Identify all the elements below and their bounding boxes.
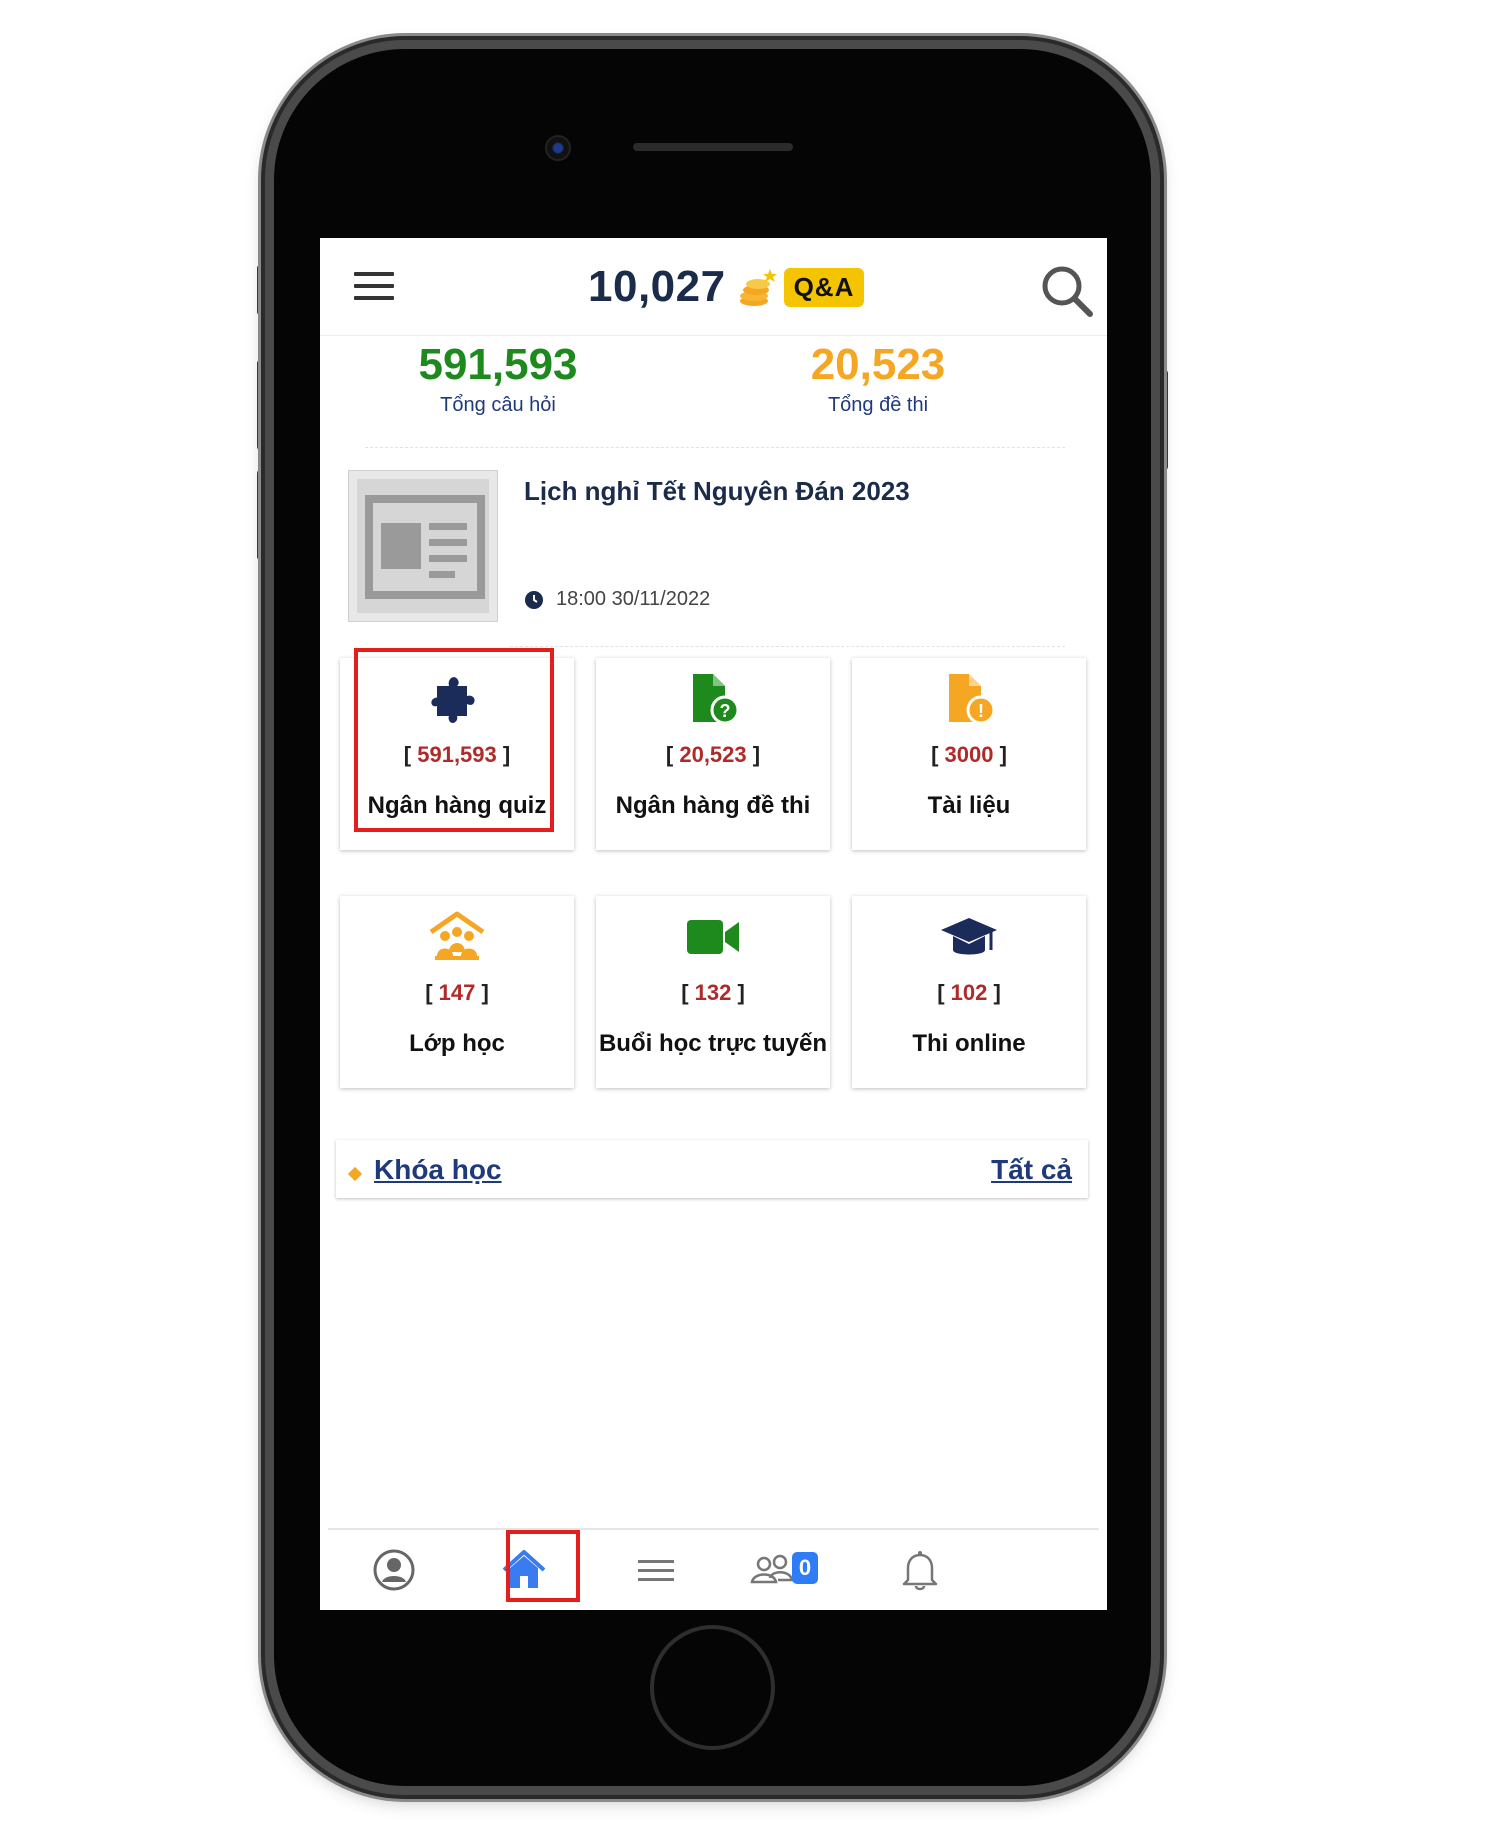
menu-icon[interactable] [632,1546,680,1594]
classroom-icon [429,911,485,960]
tile-documents[interactable]: ! [ 3000 ] Tài liệu [852,658,1086,850]
view-all-link[interactable]: Tất cả [991,1154,1072,1186]
stat-total-questions-value: 591,593 [418,340,578,389]
app-header: 10,027 Q&A [320,238,1107,336]
news-time: 18:00 30/11/2022 [524,588,710,611]
tile-documents-count: [ 3000 ] [931,742,1007,767]
stat-total-questions: 591,593 Tổng câu hỏi [368,340,628,417]
group-badge: 0 [792,1552,818,1584]
group-nav-item[interactable]: 0 [748,1546,828,1594]
graduation-cap-icon [941,918,997,955]
svg-text:!: ! [978,701,984,721]
coin-balance[interactable]: 10,027 Q&A [588,262,865,312]
coin-balance-value: 10,027 [588,262,726,311]
bottom-navigation: 0 [328,1528,1099,1610]
earpiece-speaker [633,143,793,151]
coins-icon [739,269,777,306]
phone-power-button [1160,370,1168,470]
phone-volume-down [257,470,265,560]
tile-exam-bank[interactable]: ? [ 20,523 ] Ngân hàng đề thi [596,658,830,850]
news-time-text: 18:00 30/11/2022 [556,588,711,610]
search-icon[interactable] [1038,262,1096,320]
clock-icon [525,590,543,609]
svg-text:?: ? [720,701,731,721]
news-title[interactable]: Lịch nghỉ Tết Nguyên Đán 2023 [524,476,910,507]
stat-total-exams-label: Tổng đề thi [827,394,929,416]
newspaper-icon [365,495,485,599]
courses-title[interactable]: Khóa học [374,1154,502,1186]
tile-online-exams-count: [ 102 ] [937,980,1001,1005]
tile-exam-bank-label: Ngân hàng đề thi [615,792,811,819]
tile-online-sessions[interactable]: [ 132 ] Buổi học trực tuyến [596,896,830,1088]
phone-silent-switch [257,265,265,315]
profile-icon[interactable] [370,1546,418,1594]
tile-online-exams[interactable]: [ 102 ] Thi online [852,896,1086,1088]
tile-classes-label: Lớp học [409,1030,505,1057]
diamond-bullet-icon [347,1166,363,1182]
tile-documents-label: Tài liệu [927,792,1011,819]
bell-icon[interactable] [896,1546,944,1594]
phone-home-button[interactable] [650,1625,775,1750]
group-icon [750,1554,794,1584]
stats-divider [365,447,1065,448]
stat-total-exams-value: 20,523 [810,340,946,389]
tile-online-sessions-count: [ 132 ] [681,980,745,1005]
file-question-icon: ? [693,674,740,725]
stat-total-questions-label: Tổng câu hỏi [440,394,556,416]
tile-exam-bank-count: [ 20,523 ] [665,742,761,767]
phone-volume-up [257,360,265,450]
tile-classes[interactable]: [ 147 ] Lớp học [340,896,574,1088]
news-divider [510,646,1065,647]
tile-online-exams-label: Thi online [912,1030,1026,1057]
front-camera [545,135,571,161]
stat-total-exams: 20,523 Tổng đề thi [748,340,1008,417]
video-icon [687,920,739,954]
app-screen: 10,027 Q&A 591,593 Tổng câu hỏi 20,523 T… [320,238,1107,1610]
hamburger-menu-icon[interactable] [354,272,394,302]
tile-online-sessions-label: Buổi học trực tuyến [598,1030,828,1057]
qa-badge[interactable]: Q&A [783,267,865,307]
news-thumbnail[interactable] [348,470,498,622]
quiz-bank-highlight [354,648,554,832]
file-alert-icon: ! [949,674,996,725]
home-highlight [506,1530,580,1602]
courses-section-header: Khóa học Tất cả [336,1140,1088,1198]
tile-classes-count: [ 147 ] [425,980,489,1005]
